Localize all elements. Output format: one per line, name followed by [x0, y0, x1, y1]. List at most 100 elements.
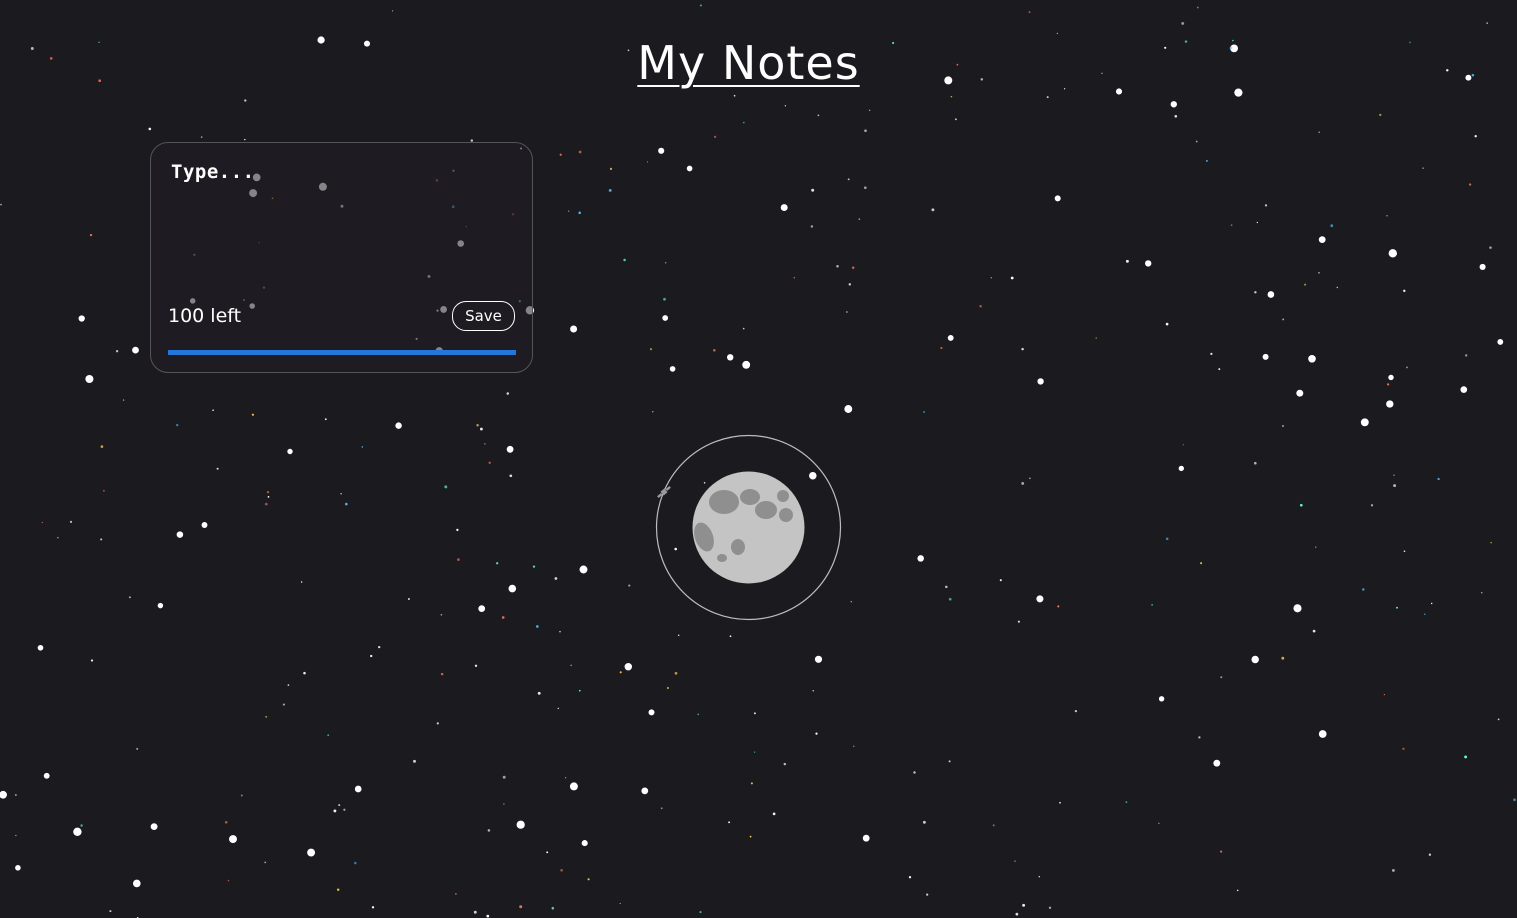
star	[345, 502, 348, 506]
star	[979, 304, 982, 308]
star	[862, 834, 870, 842]
star	[476, 423, 479, 427]
star	[1029, 477, 1031, 480]
star	[728, 821, 731, 824]
star	[1386, 400, 1394, 408]
star	[950, 95, 953, 98]
star	[1056, 32, 1059, 35]
star	[1048, 906, 1052, 909]
star	[102, 489, 105, 492]
star	[554, 577, 558, 580]
star	[506, 445, 514, 453]
star	[1460, 386, 1468, 393]
star	[1296, 389, 1304, 397]
star	[863, 186, 867, 190]
star	[1254, 291, 1257, 294]
star	[300, 581, 303, 583]
star	[1481, 591, 1483, 594]
star	[100, 538, 103, 541]
star	[1282, 318, 1285, 321]
star	[1165, 537, 1169, 541]
star	[999, 579, 1002, 582]
star	[457, 558, 460, 561]
star	[1318, 271, 1320, 274]
star	[516, 820, 525, 829]
star	[662, 315, 669, 321]
star	[1182, 443, 1185, 446]
star	[115, 350, 119, 353]
star	[742, 121, 745, 124]
star	[1022, 903, 1026, 907]
star	[128, 596, 131, 599]
star	[307, 848, 316, 857]
star	[1158, 696, 1165, 702]
star	[503, 803, 505, 805]
star	[1468, 183, 1472, 186]
star	[0, 790, 7, 799]
save-button[interactable]: Save	[452, 301, 515, 331]
star	[1046, 96, 1049, 99]
star	[69, 520, 73, 524]
star	[1125, 801, 1128, 803]
star	[560, 869, 563, 872]
star	[908, 876, 912, 879]
star	[1362, 588, 1365, 591]
star	[1388, 249, 1397, 258]
star	[551, 906, 555, 910]
star	[923, 411, 926, 413]
star	[1383, 693, 1386, 696]
star	[1125, 259, 1129, 263]
star	[1315, 546, 1317, 548]
star	[287, 684, 290, 686]
star	[699, 4, 702, 7]
star	[1428, 853, 1432, 856]
star	[559, 631, 561, 633]
star	[579, 565, 588, 574]
star	[150, 823, 158, 831]
star	[1393, 474, 1395, 477]
star	[733, 94, 736, 97]
star	[1490, 541, 1492, 544]
star	[484, 443, 486, 445]
star	[1497, 338, 1504, 345]
star	[176, 531, 184, 538]
star	[619, 671, 622, 674]
star	[564, 777, 567, 779]
char-progress-fill	[168, 350, 516, 355]
star	[990, 277, 992, 279]
note-textarea[interactable]	[165, 161, 529, 279]
star	[1220, 676, 1223, 679]
star	[1360, 418, 1369, 427]
star	[343, 808, 346, 811]
star	[1386, 214, 1388, 217]
star	[479, 427, 483, 431]
star	[845, 311, 848, 313]
star	[913, 771, 916, 774]
star	[1181, 21, 1185, 25]
note-card: 100 left Save	[150, 142, 533, 373]
star	[713, 349, 716, 352]
star	[122, 399, 125, 401]
star	[947, 334, 954, 341]
star	[1282, 425, 1284, 427]
star	[646, 161, 649, 163]
star	[496, 562, 499, 565]
star	[1220, 850, 1223, 853]
star	[537, 691, 541, 695]
star	[1422, 167, 1424, 169]
star	[1486, 22, 1489, 24]
star	[674, 671, 678, 675]
star	[1010, 276, 1014, 280]
star	[847, 178, 850, 181]
star	[1393, 484, 1397, 488]
star	[407, 598, 410, 600]
star	[608, 188, 612, 192]
star	[264, 502, 268, 506]
star	[1464, 755, 1468, 759]
star	[440, 613, 443, 616]
star	[478, 605, 486, 612]
star	[486, 914, 490, 918]
star	[753, 712, 756, 715]
star	[1423, 613, 1426, 616]
star	[1178, 465, 1184, 472]
